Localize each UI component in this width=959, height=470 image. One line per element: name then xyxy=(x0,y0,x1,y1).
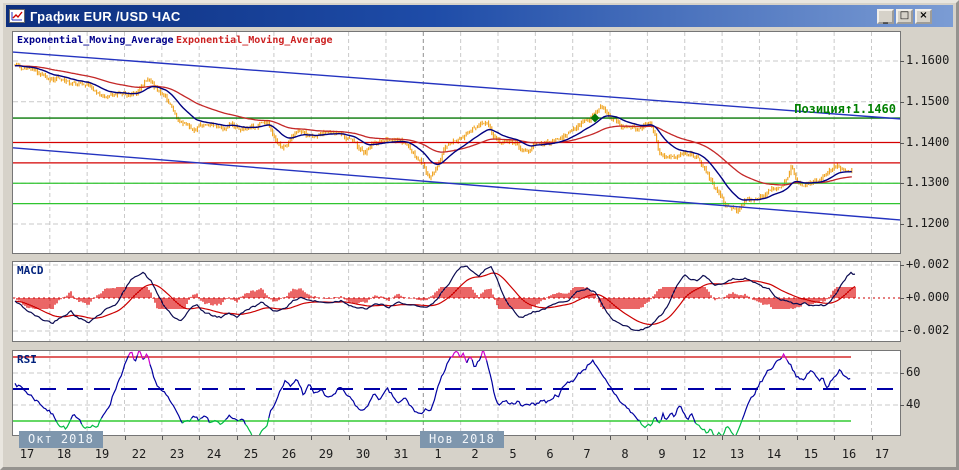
rsi-label: RSI xyxy=(17,353,37,366)
chart-window: График EUR /USD ЧАС _ □ × Exponential_Mo… xyxy=(0,0,959,470)
price-axis-tick xyxy=(900,61,904,62)
month-badge-oct: Окт 2018 xyxy=(19,431,103,448)
macd-canvas[interactable] xyxy=(13,262,900,341)
date-axis-tick xyxy=(349,436,350,440)
macd-axis-tick xyxy=(900,265,904,266)
date-axis-tick xyxy=(199,436,200,440)
price-axis-label: 1.1300 xyxy=(906,175,949,189)
ema-slow-legend: Exponential_Moving_Average xyxy=(176,35,333,46)
date-axis-tick xyxy=(759,436,760,440)
ema-fast-legend: Exponential_Moving_Average xyxy=(17,35,174,46)
price-axis-label: 1.1600 xyxy=(906,53,949,67)
date-label: 1 xyxy=(421,447,455,461)
rsi-axis-tick xyxy=(900,405,904,406)
price-axis-tick xyxy=(900,102,904,103)
date-axis-tick xyxy=(237,436,238,440)
date-axis-tick xyxy=(834,436,835,440)
date-label: 15 xyxy=(794,447,828,461)
price-axis-tick xyxy=(900,224,904,225)
chart-app-icon xyxy=(9,9,25,23)
date-axis-tick xyxy=(722,436,723,440)
date-label: 22 xyxy=(122,447,156,461)
date-label: 26 xyxy=(272,447,306,461)
date-axis-tick xyxy=(797,436,798,440)
date-label: 19 xyxy=(85,447,119,461)
date-axis-tick xyxy=(386,436,387,440)
rsi-axis-label: 40 xyxy=(906,397,920,411)
date-label: 8 xyxy=(608,447,642,461)
position-label: Позиция↑1.1460 xyxy=(794,102,896,117)
date-label: 7 xyxy=(570,447,604,461)
date-label: 9 xyxy=(645,447,679,461)
price-axis-label: 1.1400 xyxy=(906,135,949,149)
screen: График EUR /USD ЧАС _ □ × Exponential_Mo… xyxy=(0,0,959,470)
date-label: 29 xyxy=(309,447,343,461)
date-label: 31 xyxy=(384,447,418,461)
minimize-button[interactable]: _ xyxy=(877,9,894,24)
up-arrow-icon: ↑ xyxy=(845,102,853,117)
date-label: 23 xyxy=(160,447,194,461)
date-axis-tick xyxy=(647,436,648,440)
date-label: 16 xyxy=(832,447,866,461)
date-axis-tick xyxy=(685,436,686,440)
rsi-axis-tick xyxy=(900,373,904,374)
price-axis-tick xyxy=(900,183,904,184)
window-controls: _ □ × xyxy=(877,9,950,24)
macd-axis-label: +0.000 xyxy=(906,290,949,304)
month-badge-nov: Нов 2018 xyxy=(420,431,504,448)
rsi-axis-label: 60 xyxy=(906,365,920,379)
date-axis-tick xyxy=(872,436,873,440)
macd-panel[interactable]: MACD xyxy=(12,261,901,342)
macd-label: MACD xyxy=(17,264,44,277)
date-label: 17 xyxy=(865,447,899,461)
position-price: 1.1460 xyxy=(853,102,896,116)
date-axis-tick xyxy=(573,436,574,440)
maximize-icon: □ xyxy=(900,11,909,21)
close-icon: × xyxy=(919,11,927,21)
rsi-canvas[interactable] xyxy=(13,351,900,435)
position-text: Позиция xyxy=(794,102,845,116)
date-label: 2 xyxy=(458,447,492,461)
date-label: 24 xyxy=(197,447,231,461)
macd-axis-label: -0.002 xyxy=(906,323,949,337)
date-label: 17 xyxy=(10,447,44,461)
macd-axis-tick xyxy=(900,331,904,332)
date-label: 6 xyxy=(533,447,567,461)
price-chart-canvas[interactable] xyxy=(13,32,900,253)
date-axis-tick xyxy=(274,436,275,440)
close-button[interactable]: × xyxy=(915,9,932,24)
price-axis-label: 1.1500 xyxy=(906,94,949,108)
maximize-button[interactable]: □ xyxy=(896,9,913,24)
date-axis-tick xyxy=(535,436,536,440)
date-axis-tick xyxy=(125,436,126,440)
date-label: 12 xyxy=(682,447,716,461)
date-label: 5 xyxy=(496,447,530,461)
date-label: 18 xyxy=(47,447,81,461)
macd-axis-tick xyxy=(900,298,904,299)
minimize-icon: _ xyxy=(883,14,888,24)
date-label: 25 xyxy=(234,447,268,461)
price-chart-panel[interactable]: Exponential_Moving_Average Exponential_M… xyxy=(12,31,901,254)
macd-axis-label: +0.002 xyxy=(906,257,949,271)
price-axis-label: 1.1200 xyxy=(906,216,949,230)
date-label: 30 xyxy=(346,447,380,461)
price-axis-tick xyxy=(900,143,904,144)
date-axis-tick xyxy=(162,436,163,440)
window-title: График EUR /USD ЧАС xyxy=(30,9,181,24)
rsi-panel[interactable]: RSI xyxy=(12,350,901,436)
date-label: 13 xyxy=(720,447,754,461)
date-axis-tick xyxy=(311,436,312,440)
titlebar[interactable]: График EUR /USD ЧАС _ □ × xyxy=(6,5,953,27)
date-axis-tick xyxy=(610,436,611,440)
date-label: 14 xyxy=(757,447,791,461)
